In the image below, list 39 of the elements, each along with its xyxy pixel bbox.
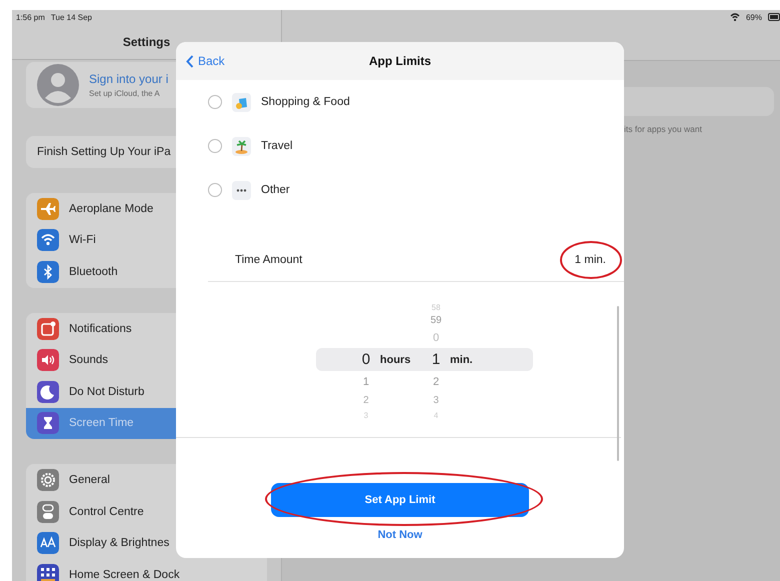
radio-button[interactable] bbox=[208, 183, 222, 197]
settings-label: Home Screen & Dock bbox=[69, 568, 180, 581]
time-amount-label: Time Amount bbox=[235, 254, 302, 266]
status-time: 1:56 pm bbox=[16, 12, 45, 22]
palm-tree-icon bbox=[232, 136, 251, 156]
detail-hint: its for apps you want bbox=[624, 124, 703, 134]
settings-label: Display & Brightnes bbox=[69, 537, 170, 550]
settings-label: Control Centre bbox=[69, 506, 144, 518]
settings-label: Bluetooth bbox=[69, 266, 118, 278]
settings-row[interactable]: Home Screen & Dock bbox=[26, 558, 267, 581]
battery-percent: 69% bbox=[746, 12, 762, 22]
shopping-bag-icon bbox=[232, 92, 251, 112]
settings-label: Wi-Fi bbox=[69, 234, 96, 246]
battery-icon bbox=[768, 13, 780, 21]
settings-label: Do Not Disturb bbox=[69, 386, 144, 398]
wifi-icon bbox=[730, 13, 740, 21]
radio-button[interactable] bbox=[208, 139, 222, 153]
time-amount-value[interactable]: 1 min. bbox=[574, 254, 606, 266]
settings-label: Notifications bbox=[69, 322, 132, 335]
sidebar-title: Settings bbox=[122, 35, 170, 50]
picker-value[interactable]: 0 bbox=[356, 351, 376, 368]
picker-value[interactable]: 1 bbox=[426, 351, 446, 368]
account-subtitle: Set up iCloud, the A bbox=[89, 89, 161, 98]
chevron-left-icon bbox=[186, 54, 194, 68]
settings-label: General bbox=[69, 474, 110, 486]
picker-unit: min. bbox=[450, 354, 473, 366]
settings-label: Sounds bbox=[69, 354, 108, 366]
picker-unit: hours bbox=[380, 354, 411, 366]
settings-label: Screen Time bbox=[69, 417, 134, 430]
account-title: Sign into your i bbox=[89, 72, 168, 86]
avatar-icon bbox=[37, 64, 79, 106]
category-label: Other bbox=[261, 184, 290, 196]
set-app-limit-button[interactable]: Set App Limit bbox=[271, 483, 529, 517]
status-date: Tue 14 Sep bbox=[50, 12, 92, 22]
sheet-title: App Limits bbox=[369, 54, 431, 68]
radio-button[interactable] bbox=[208, 95, 222, 109]
more-dots-icon bbox=[232, 180, 251, 200]
settings-label: Aeroplane Mode bbox=[69, 202, 154, 215]
not-now-link[interactable]: Not Now bbox=[378, 529, 422, 541]
